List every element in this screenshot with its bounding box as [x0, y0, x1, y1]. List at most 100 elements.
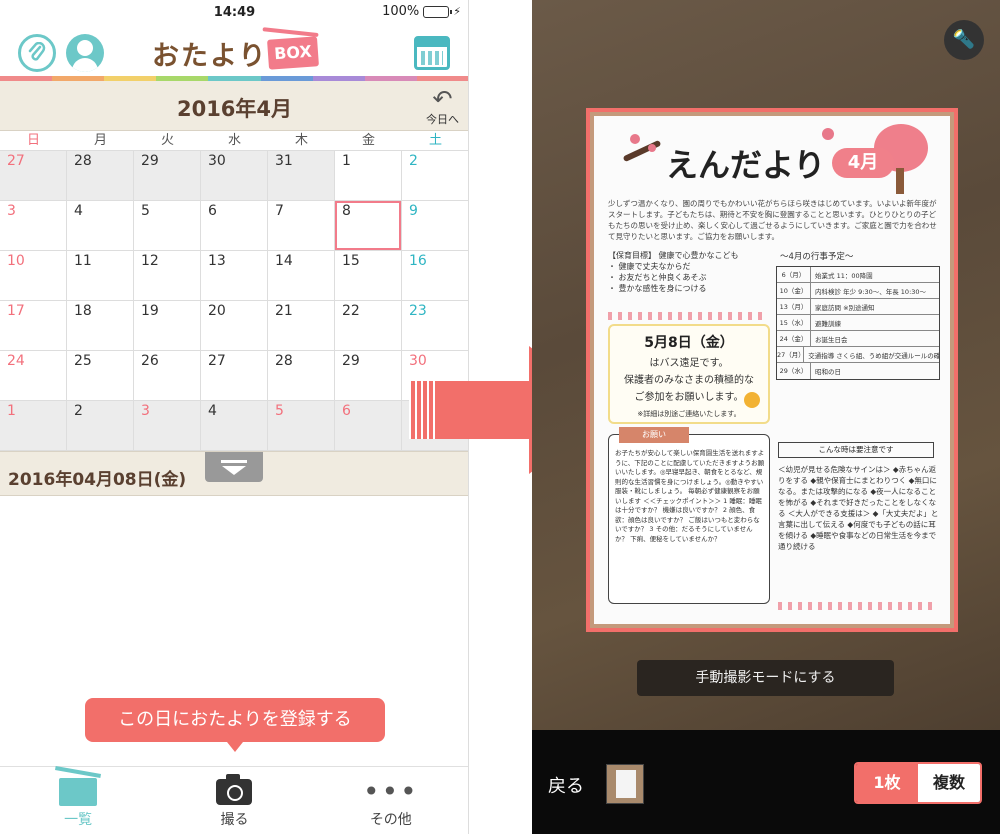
- app-header: おたより BOX: [0, 24, 468, 76]
- captured-thumbnail[interactable]: [606, 764, 644, 804]
- manual-capture-button[interactable]: 手動撮影モードにする: [637, 660, 894, 696]
- weekday-label: 月: [93, 133, 107, 148]
- blossom-icon: [630, 134, 640, 144]
- flashlight-icon[interactable]: 🔦: [944, 20, 984, 60]
- calendar-day[interactable]: 17: [0, 301, 67, 351]
- calendar-day[interactable]: 24: [0, 351, 67, 401]
- calendar-day[interactable]: 3: [0, 201, 67, 251]
- calendar-day[interactable]: 10: [0, 251, 67, 301]
- document-goals: 【保育目標】 健康で心豊かなこども ・ 健康で丈夫なからだ ・ お友だちと仲良く…: [608, 250, 768, 294]
- event-row: 13（月） 家庭訪問 ※別途通知: [777, 299, 939, 315]
- calendar-day[interactable]: 25: [67, 351, 134, 401]
- calendar-day[interactable]: 27: [201, 351, 268, 401]
- calendar-icon[interactable]: [414, 36, 450, 70]
- weekday-label: 火: [160, 133, 174, 148]
- list-box-icon: [59, 778, 98, 806]
- event-date: 13（月）: [777, 299, 811, 314]
- mode-multi-button[interactable]: 複数: [918, 764, 980, 802]
- more-icon: •••: [363, 775, 419, 808]
- calendar-day[interactable]: 23: [402, 301, 468, 351]
- calendar-day[interactable]: 29: [134, 151, 201, 201]
- branch-decoration: [622, 139, 662, 163]
- calendar-day[interactable]: 11: [67, 251, 134, 301]
- event-row: 6（月） 始業式 11：00降園: [777, 267, 939, 283]
- tab-more[interactable]: ••• その他: [313, 767, 468, 834]
- tab-list[interactable]: 一覧: [0, 767, 156, 834]
- back-button[interactable]: 戻る: [548, 772, 584, 798]
- warning-heading: こんな時は要注意です: [778, 442, 934, 458]
- charging-bolt-icon: ⚡: [453, 5, 461, 18]
- calendar-day[interactable]: 20: [201, 301, 268, 351]
- goal-item: ・ 豊かな感性を身につける: [608, 284, 707, 293]
- weekday-label: 金: [361, 133, 375, 148]
- camera-icon: [216, 774, 253, 805]
- tree-trunk: [896, 168, 904, 194]
- capture-mode-toggle: 1枚 複数: [854, 762, 982, 804]
- mode-single-button[interactable]: 1枚: [856, 764, 918, 802]
- return-arrow-icon: ↶: [432, 85, 453, 113]
- calendar-day[interactable]: 2: [402, 151, 468, 201]
- goal-title: 【保育目標】 健康で心豊かなこども: [608, 251, 739, 260]
- calendar-day[interactable]: 4: [201, 401, 268, 451]
- notice-footnote: ※詳細は別途ご連絡いたします。: [637, 410, 741, 418]
- calendar-day[interactable]: 26: [134, 351, 201, 401]
- event-name: 昭和の日: [815, 368, 841, 376]
- calendar-day[interactable]: 8: [335, 201, 402, 251]
- battery-icon: [423, 5, 453, 18]
- arrow-stripes: [409, 381, 439, 439]
- tab-bar: 一覧 撮る ••• その他: [0, 766, 468, 834]
- app-logo-text: おたより: [152, 41, 268, 72]
- collapse-toggle-icon[interactable]: [205, 452, 263, 482]
- paperclip-icon[interactable]: [18, 34, 56, 72]
- calendar-day[interactable]: 15: [335, 251, 402, 301]
- month-header: 2016年4月 ↶ 今日へ: [0, 81, 468, 131]
- calendar-day[interactable]: 18: [67, 301, 134, 351]
- register-tooltip[interactable]: この日におたよりを登録する: [85, 698, 385, 752]
- event-row: 10（金） 内科検診 年少 9:30〜、年長 10:30〜: [777, 283, 939, 299]
- request-box: お願い お子たちが安心して楽しい保育園生活を送れますように、下記のことに配慮して…: [608, 427, 770, 604]
- calendar-day[interactable]: 16: [402, 251, 468, 301]
- calendar-day[interactable]: 9: [402, 201, 468, 251]
- notice-line: はバス遠足です。: [649, 358, 729, 369]
- calendar-day[interactable]: 14: [268, 251, 335, 301]
- warning-text: ＜幼児が見せる危険なサインは＞ ◆赤ちゃん返りをする ◆親や保育士にまとわりつく…: [778, 465, 939, 551]
- weekday-label: 土: [428, 133, 442, 148]
- tab-capture-label: 撮る: [220, 812, 249, 828]
- camera-bottom-bar: 戻る 1枚 複数: [532, 730, 1000, 834]
- tab-capture[interactable]: 撮る: [156, 767, 312, 834]
- calendar-day[interactable]: 31: [268, 151, 335, 201]
- calendar-day[interactable]: 1: [0, 401, 67, 451]
- calendar-day[interactable]: 28: [268, 351, 335, 401]
- calendar-day[interactable]: 4: [67, 201, 134, 251]
- calendar-day[interactable]: 3: [134, 401, 201, 451]
- calendar-day[interactable]: 5: [134, 201, 201, 251]
- events-title: 〜4月の行事予定〜: [780, 252, 854, 262]
- calendar-day[interactable]: 21: [268, 301, 335, 351]
- calendar-screen: 14:49 100% ⚡ おたより BOX 2016年4月 ↶ 今日へ 日 月 火 水…: [0, 0, 469, 834]
- bus-trip-notice: 5月8日（金） はバス遠足です。 保護者のみなさまの積極的な ご参加をお願いしま…: [608, 324, 770, 424]
- profile-avatar-icon[interactable]: [66, 34, 104, 72]
- flow-arrow-body: [439, 381, 529, 439]
- calendar-day[interactable]: 2: [67, 401, 134, 451]
- goal-item: ・ 健康で丈夫なからだ: [608, 262, 691, 271]
- calendar-day[interactable]: 22: [335, 301, 402, 351]
- calendar-day[interactable]: 13: [201, 251, 268, 301]
- calendar-day[interactable]: 7: [268, 201, 335, 251]
- selected-date-bar: 2016年04月08日(金): [0, 451, 468, 496]
- calendar-day[interactable]: 28: [67, 151, 134, 201]
- today-label: 今日へ: [426, 113, 459, 126]
- document-intro: 少しずつ温かくなり、園の周りでもかわいい花がちらほら咲きはじめています。いよいよ…: [608, 199, 937, 241]
- event-name: 交通指導 さくら組、うめ組が交通ルールの確認をします: [808, 351, 939, 360]
- calendar-day[interactable]: 27: [0, 151, 67, 201]
- calendar-day[interactable]: 19: [134, 301, 201, 351]
- calendar-day[interactable]: 12: [134, 251, 201, 301]
- event-name: お誕生日会: [815, 335, 848, 344]
- calendar-day[interactable]: 6: [335, 401, 402, 451]
- calendar-day[interactable]: 5: [268, 401, 335, 451]
- calendar-day[interactable]: 1: [335, 151, 402, 201]
- calendar-day[interactable]: 30: [201, 151, 268, 201]
- event-name: 始業式 11：00降園: [815, 271, 873, 280]
- today-button[interactable]: ↶ 今日へ: [426, 87, 459, 127]
- calendar-day[interactable]: 29: [335, 351, 402, 401]
- calendar-day[interactable]: 6: [201, 201, 268, 251]
